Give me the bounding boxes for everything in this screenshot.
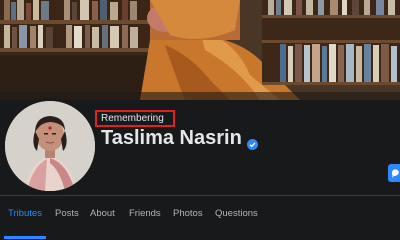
tab-photos[interactable]: Photos [173, 208, 203, 219]
tab-friends[interactable]: Friends [129, 208, 161, 219]
message-button[interactable] [388, 164, 400, 182]
verified-check-icon [246, 133, 258, 150]
tab-posts[interactable]: Posts [55, 208, 79, 219]
profile-name: Taslima Nasrin [101, 127, 242, 149]
tab-tributes[interactable]: Tributes [8, 208, 42, 219]
profile-name-row: Taslima Nasrin [101, 127, 258, 150]
tabs-divider [0, 195, 400, 196]
profile-tabs: Tributes Posts About Friends Photos Ques… [0, 198, 400, 240]
active-tab-indicator [4, 236, 46, 239]
profile-avatar[interactable] [2, 98, 98, 194]
cover-photo[interactable] [0, 0, 400, 100]
tab-questions[interactable]: Questions [215, 208, 258, 219]
memorialized-label: Remembering [101, 113, 164, 124]
tab-about[interactable]: About [90, 208, 115, 219]
